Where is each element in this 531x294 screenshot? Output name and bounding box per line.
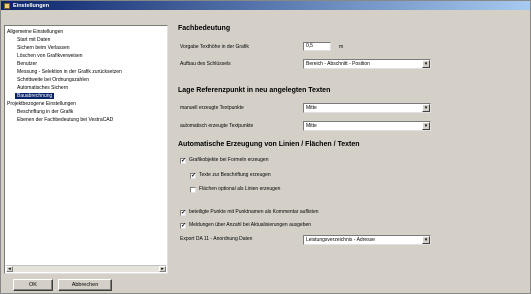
tree-item-bauabrechnung[interactable]: Bauabrechnung [15, 93, 55, 99]
check-icon: ✓ [181, 210, 187, 216]
settings-window: Einstellungen Allgemeine Einstellungen S… [0, 0, 531, 294]
cancel-button[interactable]: Abbrechen [58, 279, 112, 291]
textheight-label: Vorgabe Texthöhe in der Grafik [180, 44, 249, 50]
export-label: Export DA 11 - Anordnung Daten [180, 236, 253, 242]
ok-button[interactable]: OK [13, 279, 53, 291]
tree-item-beschriftung[interactable]: Beschriftung in der Grafik [17, 109, 73, 115]
window-title: Einstellungen [13, 2, 50, 9]
app-icon [4, 2, 10, 9]
tree-item-projektbezogen[interactable]: Projektbezogene Einstellungen [7, 101, 76, 107]
flaechen-checkbox[interactable] [190, 187, 196, 193]
tree-item-sichern-verlassen[interactable]: Sichern beim Verlassen [17, 45, 70, 51]
check-icon: ✓ [181, 158, 187, 164]
tree-item-benutzer[interactable]: Benutzer [17, 61, 37, 67]
tree-item-loeschen[interactable]: Löschen von Grafikverweisen [17, 53, 83, 59]
auto-points-select[interactable]: Mitte ▾ [303, 121, 431, 131]
meldungen-checkbox[interactable]: ✓ [180, 223, 186, 229]
tree-item-allgemein[interactable]: Allgemeine Einstellungen [7, 29, 63, 35]
dropdown-arrow-icon[interactable]: ▾ [422, 236, 430, 244]
grafik-checkbox[interactable]: ✓ [180, 158, 186, 164]
dropdown-arrow-icon[interactable]: ▾ [422, 122, 430, 130]
manual-points-label: manuell erzeugte Textpunkte [180, 105, 244, 111]
auto-points-value: Mitte [306, 123, 317, 129]
key-select[interactable]: Bereich - Abschnitt - Position ▾ [303, 59, 431, 69]
tree-item-auto-sichern[interactable]: Automatisches Sichern [17, 85, 68, 91]
texte-checkbox-label[interactable]: Texte zur Beschriftung erzeugen [199, 172, 271, 179]
dropdown-arrow-icon[interactable]: ▾ [422, 104, 430, 112]
export-select[interactable]: Leistungsverzeichnis - Adresse ▾ [303, 235, 431, 245]
texte-checkbox[interactable]: ✓ [190, 173, 196, 179]
lage-heading: Lage Referenzpunkt in neu angelegten Tex… [178, 87, 331, 94]
tree-horizontal-scrollbar[interactable]: ◂ ▸ [6, 265, 166, 272]
key-select-value: Bereich - Abschnitt - Position [306, 61, 370, 67]
tree-item-ebenen[interactable]: Ebenen der Fachbedeutung bei VestraCAD [17, 117, 113, 123]
textheight-unit: m [339, 44, 344, 50]
export-select-value: Leistungsverzeichnis - Adresse [306, 237, 375, 243]
check-icon: ✓ [191, 173, 197, 179]
beteiligte-checkbox[interactable]: ✓ [180, 210, 186, 216]
auto-heading: Automatische Erzeugung von Linien / Fläc… [178, 141, 360, 148]
flaechen-checkbox-label[interactable]: Flächen optional als Linien erzeugen [199, 186, 280, 193]
manual-points-value: Mitte [306, 105, 317, 111]
settings-tree[interactable]: Allgemeine Einstellungen Start mit Daten… [4, 25, 168, 274]
fachbedeutung-heading: Fachbedeutung [178, 25, 231, 32]
grafik-checkbox-label[interactable]: Grafikobjekte bei Formeln erzeugen [189, 157, 269, 164]
dropdown-arrow-icon[interactable]: ▾ [422, 60, 430, 68]
key-label: Aufbau des Schlüssels [180, 61, 231, 67]
meldungen-checkbox-label[interactable]: Meldungen über Anzahl bei Aktualisierung… [189, 222, 311, 229]
scroll-right-icon[interactable]: ▸ [159, 266, 166, 272]
tree-item-schrittweite[interactable]: Schrittweite bei Ordnungszahlen [17, 77, 89, 83]
manual-points-select[interactable]: Mitte ▾ [303, 103, 431, 113]
tree-item-messung[interactable]: Messung - Selektion in der Grafik zurück… [17, 69, 122, 75]
tree-item-start[interactable]: Start mit Daten [17, 37, 50, 43]
textheight-input[interactable]: 0,5 [303, 42, 331, 51]
title-bar[interactable]: Einstellungen [1, 1, 530, 10]
check-icon: ✓ [181, 223, 187, 229]
beteiligte-checkbox-label[interactable]: beteiligte Punkte mit Punktnamen als Kom… [189, 209, 319, 216]
auto-points-label: automatisch erzeugte Textpunkte [180, 123, 254, 129]
scroll-left-icon[interactable]: ◂ [6, 266, 13, 272]
